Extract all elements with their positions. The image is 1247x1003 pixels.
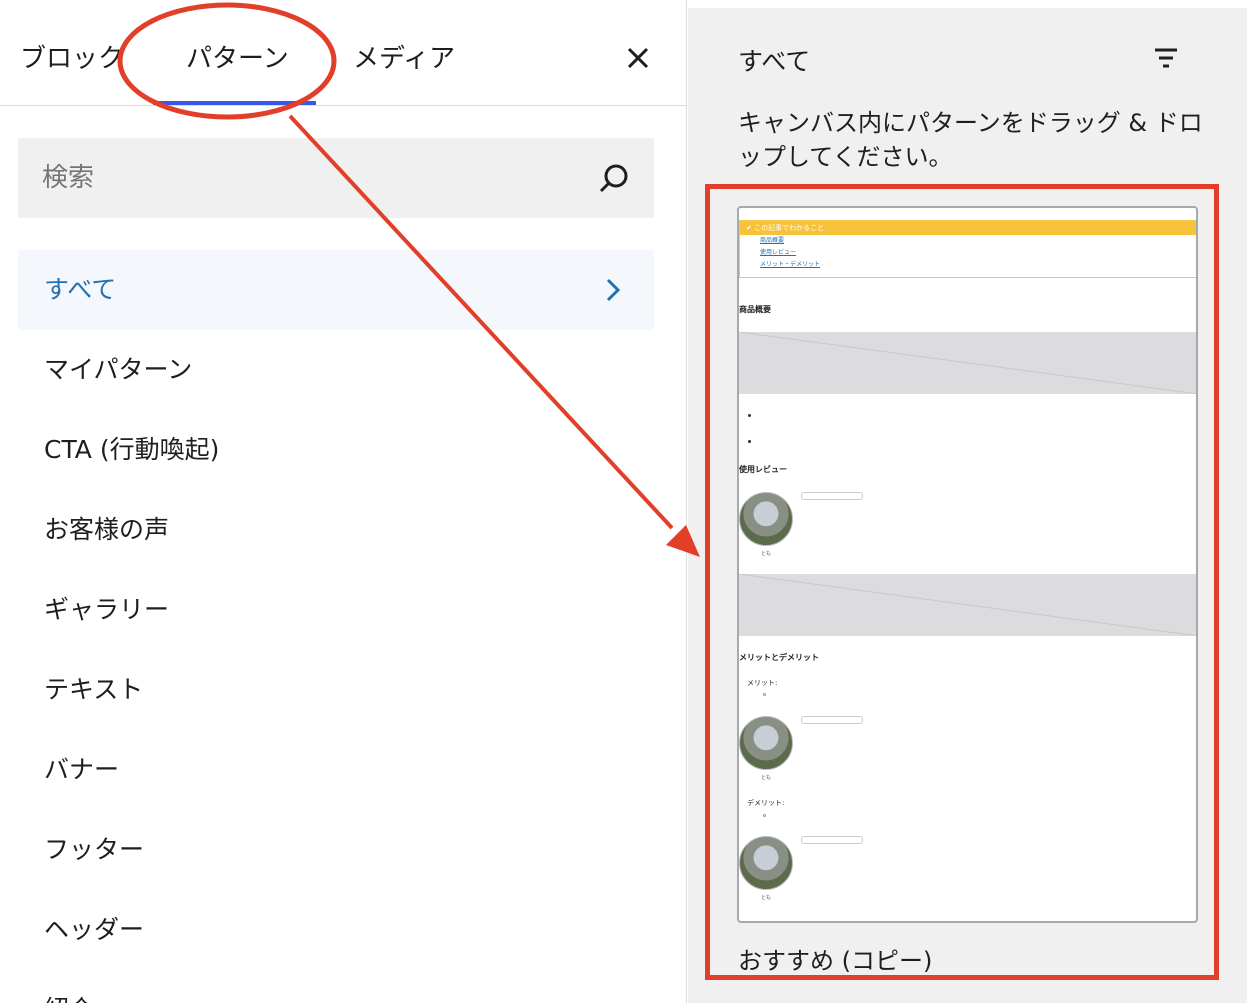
preview-image-placeholder	[739, 331, 1196, 395]
preview-sub-bullet	[763, 814, 766, 817]
preview-merit-label: メリット:	[747, 679, 778, 687]
category-label: ヘッダー	[44, 915, 145, 944]
preview-image-placeholder	[739, 573, 1196, 637]
preview-speech-bubble	[801, 716, 863, 724]
preview-sub-bullet	[763, 693, 766, 696]
preview-avatar-name: とも	[761, 895, 772, 901]
preview-heading-review: 使用レビュー	[739, 465, 787, 474]
category-item-all[interactable]: すべて	[18, 250, 654, 330]
category-item-footer[interactable]: フッター	[18, 810, 654, 890]
search-icon[interactable]	[594, 159, 634, 199]
tab-patterns[interactable]: パターン	[186, 38, 289, 75]
preview-toc-link: 使用レビュー	[760, 249, 797, 256]
pattern-explorer-panel: すべて キャンバス内にパターンをドラッグ & ドロップしてください。 ✔ この記…	[688, 8, 1247, 1003]
pattern-preview-card[interactable]: ✔ この記事でわかること 商品概要 使用レビュー メリット・デメリット 商品概要…	[737, 206, 1198, 923]
preview-demerit-label: デメリット:	[747, 799, 785, 807]
category-item-header[interactable]: ヘッダー	[18, 890, 654, 970]
category-item-cta[interactable]: CTA (行動喚起)	[18, 410, 654, 490]
category-label: お客様の声	[44, 515, 170, 544]
category-label: フッター	[44, 835, 145, 864]
active-tab-indicator	[153, 101, 316, 105]
image-placeholder-line	[739, 573, 1196, 637]
preview-avatar-name: とも	[761, 775, 772, 781]
tab-blocks[interactable]: ブロック	[20, 38, 124, 75]
filter-icon[interactable]	[1150, 42, 1182, 74]
category-label: バナー	[44, 755, 120, 784]
preview-avatar-name: とも	[761, 551, 772, 557]
close-icon	[627, 47, 649, 69]
drag-drop-help-text: キャンバス内にパターンをドラッグ & ドロップしてください。	[738, 109, 1203, 171]
preview-bullet	[748, 414, 751, 417]
preview-speech-bubble	[801, 492, 863, 500]
category-item-gallery[interactable]: ギャラリー	[18, 570, 654, 650]
preview-bullet	[748, 440, 751, 443]
category-label: ギャラリー	[44, 595, 170, 624]
preview-toc-link: 商品概要	[760, 237, 785, 244]
preview-heading-overview: 商品概要	[739, 305, 771, 314]
inserter-left-panel: ブロック パターン メディア すべて マイパターン	[0, 0, 687, 1003]
category-label: すべて	[44, 275, 117, 304]
preview-heading-merits: メリットとデメリット	[739, 653, 819, 662]
chevron-right-icon	[606, 278, 621, 302]
tab-media[interactable]: メディア	[353, 38, 455, 75]
category-item-my-patterns[interactable]: マイパターン	[18, 330, 654, 410]
preview-avatar	[739, 492, 793, 546]
category-label: テキスト	[44, 675, 144, 704]
category-item-testimonials[interactable]: お客様の声	[18, 490, 654, 570]
pattern-category-list: すべて マイパターン CTA (行動喚起) お客様の声 ギャラリー テキスト バ…	[18, 250, 654, 1003]
preview-avatar	[739, 836, 793, 890]
preview-avatar	[739, 716, 793, 770]
search-input[interactable]	[18, 138, 578, 218]
close-button[interactable]	[620, 40, 656, 76]
preview-toc-heading: ✔ この記事でわかること	[740, 221, 1196, 235]
preview-toc-link: メリット・デメリット	[760, 261, 821, 268]
category-item-about[interactable]: 紹介	[18, 970, 654, 1003]
category-title: すべて	[738, 47, 811, 76]
preview-speech-bubble	[801, 836, 863, 844]
inserter-screen: ブロック パターン メディア すべて マイパターン	[0, 0, 1247, 1003]
category-label: 紹介	[44, 995, 94, 1003]
inserter-tabs: ブロック パターン メディア	[0, 0, 686, 106]
category-item-text[interactable]: テキスト	[18, 650, 654, 730]
search-field	[18, 138, 654, 218]
image-placeholder-line	[739, 331, 1196, 395]
category-label: マイパターン	[44, 355, 193, 384]
category-item-banner[interactable]: バナー	[18, 730, 654, 810]
pattern-title: おすすめ (コピー)	[738, 947, 933, 975]
category-label: CTA (行動喚起)	[44, 435, 220, 464]
preview-toc-box: ✔ この記事でわかること 商品概要 使用レビュー メリット・デメリット	[739, 220, 1196, 278]
